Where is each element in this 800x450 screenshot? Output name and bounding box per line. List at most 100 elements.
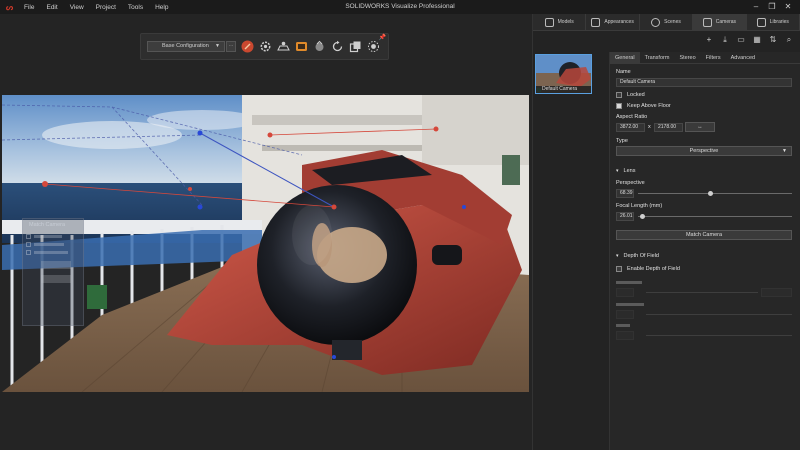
aperture-slider-track — [646, 314, 792, 315]
chevron-down-icon: ▼ — [782, 148, 787, 154]
depth-of-field-section-header[interactable]: ▾ Depth Of Field — [616, 253, 659, 259]
aspect-ratio-label: Aspect Ratio — [616, 114, 648, 120]
subtab-filters[interactable]: Filters — [701, 52, 726, 64]
close-icon[interactable]: ✕ — [780, 1, 796, 13]
scene-lighting-icon[interactable] — [276, 40, 290, 54]
dof-label-placeholder — [616, 281, 642, 284]
render-mode-icon[interactable] — [240, 40, 254, 54]
copy-icon[interactable] — [348, 40, 362, 54]
depth-of-field-section-label: Depth Of Field — [623, 253, 659, 259]
type-select[interactable]: Perspective ▼ — [616, 146, 792, 156]
scene-icon — [651, 17, 661, 27]
perspective-slider-thumb[interactable] — [707, 191, 713, 196]
folder-icon[interactable]: ▭ — [736, 35, 746, 45]
aspect-height-field[interactable]: 2178.00 — [654, 123, 683, 132]
sort-icon[interactable]: ⇅ — [768, 35, 778, 45]
match-camera-button[interactable]: Match Camera — [616, 230, 792, 240]
tab-appearances-label: Appearances — [604, 19, 634, 25]
focal-distance-slider-track — [646, 292, 758, 293]
library-icon — [756, 17, 766, 27]
match-camera-panel-title: Match Camera — [29, 222, 66, 228]
keep-above-floor-checkbox[interactable] — [616, 103, 622, 109]
gear-icon[interactable] — [258, 40, 272, 54]
solidworks-logo-icon: ᔕ — [6, 2, 14, 12]
rotate-icon[interactable] — [330, 40, 344, 54]
perspective-field[interactable]: 68.39 — [616, 189, 634, 198]
lens-section-header[interactable]: ▾ Lens — [616, 168, 635, 174]
search-icon[interactable]: ⌕ — [784, 35, 794, 45]
title-bar: ᔕ File Edit View Project Tools Help SOLI… — [0, 0, 800, 14]
minimize-icon[interactable]: – — [748, 1, 764, 13]
import-icon[interactable]: ⤓ — [720, 35, 730, 45]
aspect-separator: x — [648, 124, 651, 130]
pin-icon[interactable]: 📌 — [379, 34, 386, 41]
tab-libraries[interactable]: Libraries — [747, 14, 800, 30]
ghost-option[interactable] — [26, 234, 80, 239]
tab-appearances[interactable]: Appearances — [586, 14, 640, 30]
f-stop-slider-track — [646, 335, 792, 336]
render-toolbar: Base Configuration ▼ ⋯ 📌 — [140, 33, 389, 60]
render-output-icon[interactable] — [294, 40, 308, 54]
tab-scenes[interactable]: Scenes — [640, 14, 694, 30]
ghost-label — [34, 235, 62, 238]
type-select-value: Perspective — [689, 148, 719, 154]
menu-edit[interactable]: Edit — [46, 4, 57, 11]
property-subtabs: General Transform Stereo Filters Advance… — [610, 51, 800, 64]
aperture-field — [616, 310, 634, 319]
chevron-down-icon: ▾ — [616, 253, 619, 259]
add-icon[interactable]: + — [704, 35, 714, 45]
focal-length-slider-track[interactable] — [638, 216, 792, 217]
configuration-select[interactable]: Base Configuration ▼ — [147, 41, 225, 52]
menu-file[interactable]: File — [24, 4, 34, 11]
ghost-checkbox[interactable] — [26, 242, 31, 247]
name-label: Name — [616, 69, 631, 75]
focal-length-label: Focal Length (mm) — [616, 203, 663, 209]
menu-help[interactable]: Help — [155, 4, 168, 11]
ghost-label — [34, 243, 64, 246]
locked-checkbox[interactable] — [616, 92, 622, 98]
model-icon[interactable] — [312, 40, 326, 54]
enable-dof-checkbox[interactable] — [616, 266, 622, 272]
focal-length-slider-thumb[interactable] — [640, 214, 646, 219]
menu-view[interactable]: View — [70, 4, 84, 11]
subtab-transform[interactable]: Transform — [640, 52, 675, 64]
focal-distance-field — [616, 288, 634, 297]
camera-thumbnail[interactable]: Default Camera — [535, 54, 592, 94]
cube-icon — [544, 17, 554, 27]
camera-thumbnail-label: Default Camera — [536, 86, 591, 93]
f-stop-field — [616, 331, 634, 340]
viewport[interactable]: Match Camera Base Configuration ▼ ⋯ 📌 — [0, 14, 532, 450]
configuration-options-button[interactable]: ⋯ — [226, 41, 236, 52]
tab-scenes-label: Scenes — [664, 19, 681, 25]
menu-tools[interactable]: Tools — [128, 4, 143, 11]
grid-view-icon[interactable]: ▦ — [752, 35, 762, 45]
restore-icon[interactable]: ❐ — [764, 1, 780, 13]
tab-models[interactable]: Models — [533, 14, 587, 30]
focal-length-field[interactable]: 26.01 — [616, 212, 634, 221]
tab-cameras[interactable]: Cameras — [693, 14, 747, 30]
ghost-button[interactable] — [41, 275, 71, 283]
subtab-advanced[interactable]: Advanced — [726, 52, 760, 64]
appearance-icon — [591, 17, 601, 27]
ghost-option[interactable] — [26, 250, 80, 255]
aspect-width-field[interactable]: 3872.00 — [616, 123, 645, 132]
subtab-general[interactable]: General — [610, 51, 640, 64]
match-camera-panel: Match Camera — [22, 218, 84, 326]
perspective-label: Perspective — [616, 180, 645, 186]
window-title: SOLIDWORKS Visualize Professional — [345, 3, 455, 10]
ghost-checkbox[interactable] — [26, 250, 31, 255]
tab-models-label: Models — [557, 19, 574, 25]
ghost-button[interactable] — [41, 261, 71, 269]
sun-icon[interactable] — [366, 40, 380, 54]
aspect-lock-button[interactable]: ↔ — [685, 122, 715, 132]
palette-actions: + ⤓ ▭ ▦ ⇅ ⌕ — [533, 31, 800, 48]
menu-project[interactable]: Project — [96, 4, 116, 11]
palette-panel: Models Appearances Scenes Cameras Librar… — [532, 14, 800, 450]
perspective-slider-track[interactable] — [638, 193, 792, 194]
chevron-down-icon: ▼ — [215, 43, 220, 49]
name-field[interactable]: Default Camera — [616, 78, 792, 87]
subtab-stereo[interactable]: Stereo — [674, 52, 700, 64]
ghost-option[interactable] — [26, 242, 80, 247]
locked-label: Locked — [627, 92, 645, 98]
ghost-checkbox[interactable] — [26, 234, 31, 239]
